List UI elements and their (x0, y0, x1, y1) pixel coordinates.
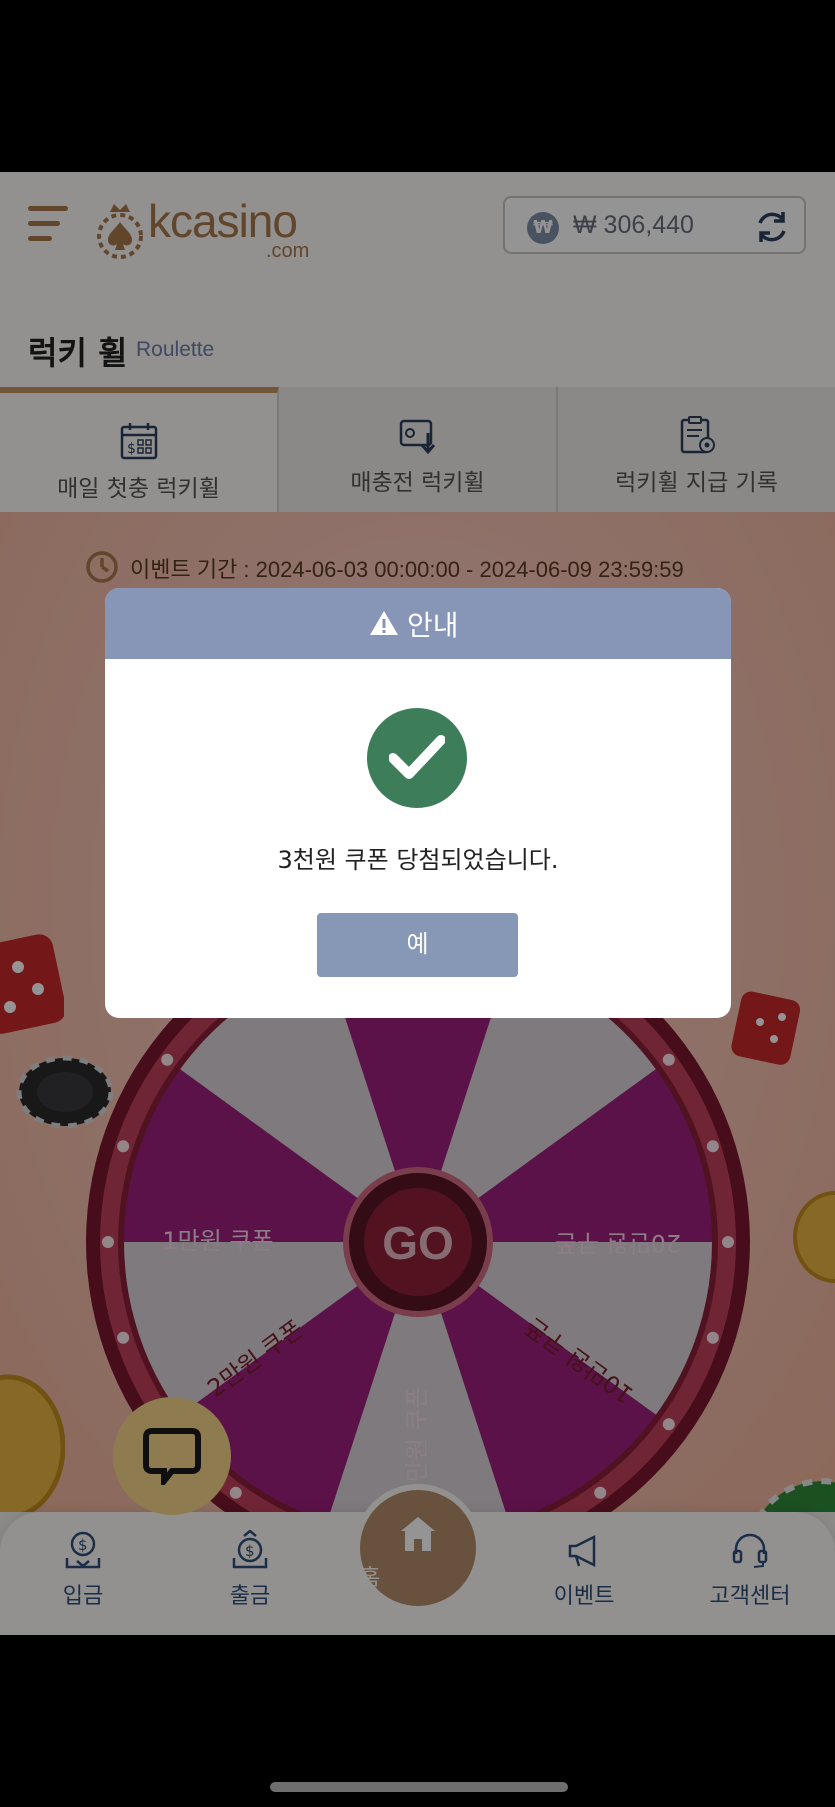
confirm-button[interactable]: 예 (317, 913, 518, 977)
modal-header: 안내 (105, 588, 731, 659)
modal-title: 안내 (407, 609, 459, 642)
notice-modal: 안내 3천원 쿠폰 당첨되었습니다. 예 (105, 588, 731, 1018)
success-badge (367, 708, 467, 808)
home-indicator (270, 1782, 568, 1792)
status-bar-area (0, 0, 835, 172)
checkmark-icon (389, 735, 445, 779)
warning-icon (370, 611, 398, 635)
modal-message: 3천원 쿠폰 당첨되었습니다. (277, 846, 559, 874)
